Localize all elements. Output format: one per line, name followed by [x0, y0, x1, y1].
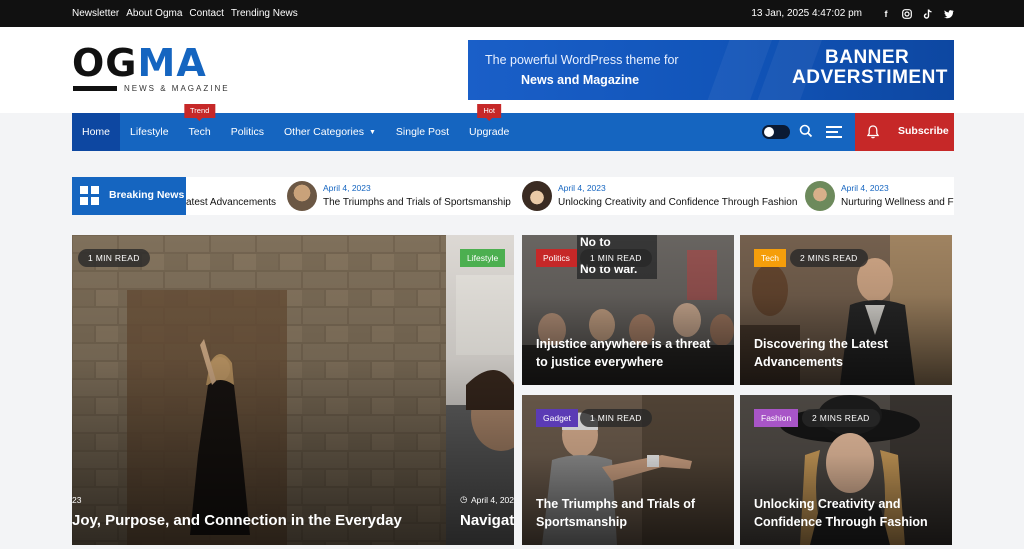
sign-line: No to — [580, 235, 611, 249]
ticker-title: Unlocking Creativity and Confidence Thro… — [558, 197, 798, 208]
banner-ad[interactable]: The powerful WordPress theme for News an… — [468, 40, 954, 100]
top-link-contact[interactable]: Contact — [189, 8, 223, 19]
ticker-thumbnail — [522, 181, 552, 211]
toggle-knob — [764, 127, 774, 137]
nav-item-lifestyle[interactable]: Lifestyle — [120, 113, 179, 151]
post-card[interactable]: No to No to war. Politics 1 MIN READ Inj… — [522, 235, 734, 385]
ticker-date: April 4, 2023 — [323, 183, 371, 193]
top-bar: Newsletter About Ogma Contact Trending N… — [0, 0, 1024, 27]
post-card[interactable]: Tech 2 MINS READ Discovering the Latest … — [740, 235, 952, 385]
nav-label: Upgrade — [469, 126, 510, 138]
category-badge[interactable]: Politics — [536, 249, 577, 267]
site-header: OGMA NEWS & MAGAZINE The powerful WordPr… — [0, 27, 1024, 113]
dark-mode-toggle[interactable] — [762, 125, 790, 139]
current-datetime: 13 Jan, 2025 4:47:02 pm — [751, 8, 862, 19]
site-logo[interactable]: OGMA NEWS & MAGAZINE — [72, 43, 242, 98]
read-time-badge: 1 MIN READ — [78, 249, 150, 267]
nav-label: Lifestyle — [130, 126, 169, 138]
nav-items: Home Lifestyle Trend Tech Politics Other… — [72, 104, 519, 151]
banner-heading-1: BANNER — [825, 47, 910, 68]
ticker-date: April 4, 2023 — [558, 183, 606, 193]
ticker-date: April 4, 2023 — [841, 183, 889, 193]
hero-meta-partial: 23 — [72, 495, 82, 505]
logo-underline — [73, 86, 117, 91]
subscribe-button[interactable]: Subscribe — [855, 113, 954, 151]
post-title[interactable]: Injustice anywhere is a threat to justic… — [536, 335, 720, 371]
ticker-thumbnail — [805, 181, 835, 211]
hero-next-title[interactable]: Navigat — [460, 512, 514, 529]
category-badge[interactable]: Tech — [754, 249, 786, 267]
nav-label: Home — [82, 126, 111, 138]
subscribe-label: Subscribe — [898, 125, 949, 137]
nav-item-single-post[interactable]: Single Post — [386, 113, 459, 151]
breaking-news-ticker: Breaking News atest Advancements April 4… — [72, 177, 954, 215]
facebook-icon[interactable]: f — [881, 9, 891, 19]
logo-word: OGMA — [72, 43, 207, 83]
top-link-newsletter[interactable]: Newsletter — [72, 8, 119, 19]
hero-slide[interactable]: 1 MIN READ 23 Joy, Purpose, and Connecti… — [72, 235, 446, 545]
nav-label: Single Post — [395, 126, 450, 138]
post-title[interactable]: Discovering the Latest Advancements — [754, 335, 938, 371]
ticker-title: Nurturing Wellness and Fi — [841, 197, 954, 208]
read-time-badge: 2 MINS READ — [790, 249, 868, 267]
logo-part-b: MA — [137, 41, 207, 85]
grid-icon — [80, 186, 100, 206]
tiktok-icon[interactable] — [923, 8, 933, 19]
logo-part-a: OG — [72, 41, 138, 85]
post-title[interactable]: Unlocking Creativity and Confidence Thro… — [754, 495, 938, 531]
nav-item-tech[interactable]: Trend Tech — [179, 104, 221, 151]
twitter-icon[interactable] — [944, 9, 954, 19]
hero-next-slide[interactable]: Lifestyle ◷ April 4, 202 Navigat — [446, 235, 514, 545]
banner-heading-2: ADVERSTIMENT — [792, 67, 948, 88]
read-time-badge: 1 MIN READ — [580, 409, 652, 427]
clock-icon: ◷ — [460, 494, 468, 504]
category-badge[interactable]: Lifestyle — [460, 249, 506, 267]
post-title[interactable]: The Triumphs and Trials of Sportsmanship — [536, 495, 720, 531]
read-time-badge: 2 MINS READ — [802, 409, 880, 427]
nav-item-home[interactable]: Home — [72, 113, 121, 151]
banner-line-1: The powerful WordPress theme for — [485, 53, 679, 67]
banner-line-2: News and Magazine — [521, 73, 640, 87]
nav-item-politics[interactable]: Politics — [221, 113, 274, 151]
read-time-badge: 1 MIN READ — [580, 249, 652, 267]
ticker-thumbnail — [287, 181, 317, 211]
category-badge[interactable]: Fashion — [754, 409, 799, 427]
hero-title[interactable]: Joy, Purpose, and Connection in the Ever… — [72, 512, 402, 529]
top-link-trending[interactable]: Trending News — [231, 8, 298, 19]
hero-shade — [72, 235, 446, 545]
chevron-down-icon: ▼ — [368, 128, 376, 136]
logo-tagline: NEWS & MAGAZINE — [124, 84, 230, 93]
nav-label: Tech — [188, 126, 211, 138]
bell-icon — [867, 125, 879, 139]
hamburger-menu-icon[interactable] — [826, 126, 842, 138]
nav-label: Politics — [230, 126, 264, 138]
hot-badge: Hot — [477, 104, 502, 121]
search-icon[interactable] — [799, 124, 813, 138]
nav-item-other-categories[interactable]: Other Categories ▼ — [274, 113, 386, 151]
category-badge[interactable]: Gadget — [536, 409, 578, 427]
ticker-item-partial[interactable]: atest Advancements — [186, 197, 276, 208]
post-card[interactable]: Fashion 2 MINS READ Unlocking Creativity… — [740, 395, 952, 545]
breaking-label-text: Breaking News — [109, 189, 185, 201]
breaking-news-label: Breaking News — [72, 177, 186, 215]
ticker-title: The Triumphs and Trials of Sportsmanship — [323, 197, 511, 208]
top-link-about[interactable]: About Ogma — [126, 8, 182, 19]
trend-badge: Trend — [183, 104, 216, 121]
instagram-icon[interactable] — [902, 8, 912, 19]
nav-label: Other Categories — [284, 126, 364, 138]
top-right: 13 Jan, 2025 4:47:02 pm f — [751, 0, 954, 27]
main-nav: Home Lifestyle Trend Tech Politics Other… — [72, 104, 954, 151]
nav-item-upgrade[interactable]: Hot Upgrade — [459, 104, 519, 151]
hero-next-date: April 4, 202 — [471, 495, 514, 505]
post-card[interactable]: Gadget 1 MIN READ The Triumphs and Trial… — [522, 395, 734, 545]
top-links: Newsletter About Ogma Contact Trending N… — [72, 0, 298, 27]
